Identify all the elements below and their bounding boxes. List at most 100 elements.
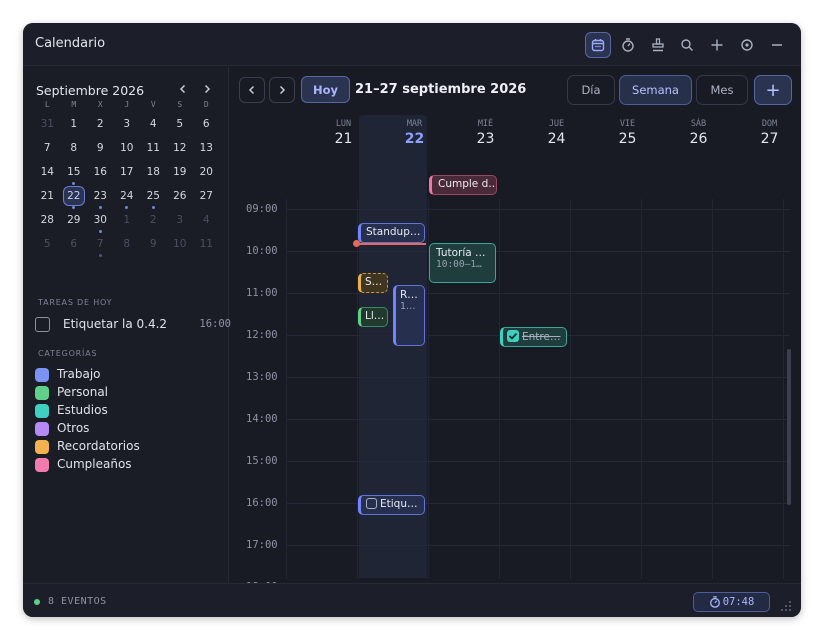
view-month-button[interactable]: Mes: [696, 75, 748, 105]
mini-week-row: 7 8 9 10 11 12 13: [34, 137, 220, 161]
day-header[interactable]: JUE 24: [521, 119, 592, 147]
task-checkbox[interactable]: [35, 317, 50, 332]
mini-day-number: 13: [199, 142, 213, 154]
mini-day-number: 7: [96, 238, 104, 250]
day-header[interactable]: VIE 25: [592, 119, 663, 147]
day-header[interactable]: LUN 21: [308, 119, 379, 147]
day-header[interactable]: DOM 27: [734, 119, 801, 147]
mini-day[interactable]: 31: [34, 113, 61, 137]
task-item[interactable]: Etiquetar la 0.4.2 16:00: [35, 316, 231, 334]
mini-day[interactable]: 9: [87, 137, 114, 161]
event-etiquetar[interactable]: Etiqu…: [358, 495, 425, 515]
view-day-button[interactable]: Día: [567, 75, 615, 105]
next-month-button[interactable]: [198, 80, 216, 98]
mini-day[interactable]: 27: [193, 185, 220, 209]
event-entrega[interactable]: Entre…: [500, 327, 567, 347]
timer-button[interactable]: 07:48: [693, 592, 770, 612]
mini-day[interactable]: 20: [193, 161, 220, 185]
mini-day[interactable]: 4: [193, 209, 220, 233]
mini-day[interactable]: 7: [87, 233, 114, 257]
mini-day-number: 25: [146, 190, 160, 202]
mini-day[interactable]: 25: [140, 185, 167, 209]
calendar-icon[interactable]: [585, 32, 611, 58]
plus-icon[interactable]: [704, 32, 730, 58]
mini-weekday-label: S: [177, 100, 183, 109]
mini-day[interactable]: 26: [167, 185, 194, 209]
mini-day[interactable]: 14: [34, 161, 61, 185]
target-icon[interactable]: [734, 32, 760, 58]
next-week-button[interactable]: [269, 77, 295, 103]
mini-day[interactable]: 1: [114, 209, 141, 233]
resize-grip-icon[interactable]: [780, 600, 792, 612]
mini-day[interactable]: 3: [167, 209, 194, 233]
event-personal[interactable]: Ll…: [358, 307, 388, 327]
mini-day[interactable]: 19: [167, 161, 194, 185]
mini-day[interactable]: 2: [140, 209, 167, 233]
mini-day[interactable]: 6: [61, 233, 88, 257]
mini-day[interactable]: 28: [34, 209, 61, 233]
add-event-button[interactable]: +: [754, 75, 792, 105]
event-tutoria[interactable]: Tutoría … 10:00–1…: [429, 243, 496, 283]
mini-day[interactable]: 15: [61, 161, 88, 185]
today-button[interactable]: Hoy: [301, 76, 350, 103]
day-gridline: [570, 199, 571, 579]
mini-day-number: 9: [96, 142, 104, 154]
day-number: 26: [689, 131, 708, 147]
mini-day[interactable]: 18: [140, 161, 167, 185]
mini-day[interactable]: 17: [114, 161, 141, 185]
mini-day[interactable]: 6: [193, 113, 220, 137]
mini-day[interactable]: 10: [167, 233, 194, 257]
mini-day[interactable]: 8: [114, 233, 141, 257]
event-reminder[interactable]: S…: [358, 273, 388, 293]
time-grid[interactable]: [286, 199, 790, 588]
event-standup[interactable]: Standup…: [358, 223, 425, 243]
category-swatch: [35, 440, 49, 454]
mini-day[interactable]: 10: [114, 137, 141, 161]
mini-week-row: 21 22 23 24 25 26 27: [34, 185, 220, 209]
timer-icon[interactable]: [615, 32, 641, 58]
mini-day[interactable]: 12: [167, 137, 194, 161]
prev-week-button[interactable]: [239, 77, 265, 103]
mini-day[interactable]: 2: [87, 113, 114, 137]
mini-day[interactable]: 23: [87, 185, 114, 209]
event-title: S…: [365, 276, 383, 288]
mini-day[interactable]: 5: [34, 233, 61, 257]
mini-day[interactable]: 5: [167, 113, 194, 137]
mini-day[interactable]: 30: [87, 209, 114, 233]
minimize-icon[interactable]: [764, 32, 790, 58]
mini-day[interactable]: 11: [193, 233, 220, 257]
prev-month-button[interactable]: [174, 80, 192, 98]
event-title: Entre…: [522, 331, 561, 343]
mini-day[interactable]: 21: [34, 185, 61, 209]
day-header[interactable]: MIÉ 23: [450, 119, 521, 147]
mini-day-number: 7: [43, 142, 51, 154]
mini-day-today[interactable]: 22: [61, 185, 88, 209]
broom-icon[interactable]: [645, 32, 671, 58]
mini-day[interactable]: 7: [34, 137, 61, 161]
mini-day[interactable]: 29: [61, 209, 88, 233]
day-header-today[interactable]: MAR 22: [379, 119, 450, 147]
mini-day[interactable]: 16: [87, 161, 114, 185]
mini-day[interactable]: 9: [140, 233, 167, 257]
mini-day[interactable]: 1: [61, 113, 88, 137]
mini-day-number: 8: [123, 238, 131, 250]
mini-day-number: 19: [173, 166, 187, 178]
day-header[interactable]: SÁB 26: [663, 119, 734, 147]
mini-day-number: 17: [120, 166, 134, 178]
mini-day-number: 20: [199, 166, 213, 178]
task-checkbox-icon[interactable]: [366, 498, 377, 509]
mini-day[interactable]: 4: [140, 113, 167, 137]
mini-day[interactable]: 11: [140, 137, 167, 161]
event-review[interactable]: R… 1…: [393, 285, 425, 346]
mini-day[interactable]: 24: [114, 185, 141, 209]
scrollbar[interactable]: [787, 349, 791, 505]
view-week-button[interactable]: Semana: [619, 75, 692, 105]
mini-day[interactable]: 3: [114, 113, 141, 137]
window-title: Calendario: [35, 36, 106, 51]
search-icon[interactable]: [674, 32, 700, 58]
mini-day[interactable]: 13: [193, 137, 220, 161]
mini-day-number: 14: [40, 166, 54, 178]
event-birthday[interactable]: Cumple d…: [429, 175, 497, 195]
mini-day[interactable]: 8: [61, 137, 88, 161]
day-name: LUN: [335, 119, 352, 129]
